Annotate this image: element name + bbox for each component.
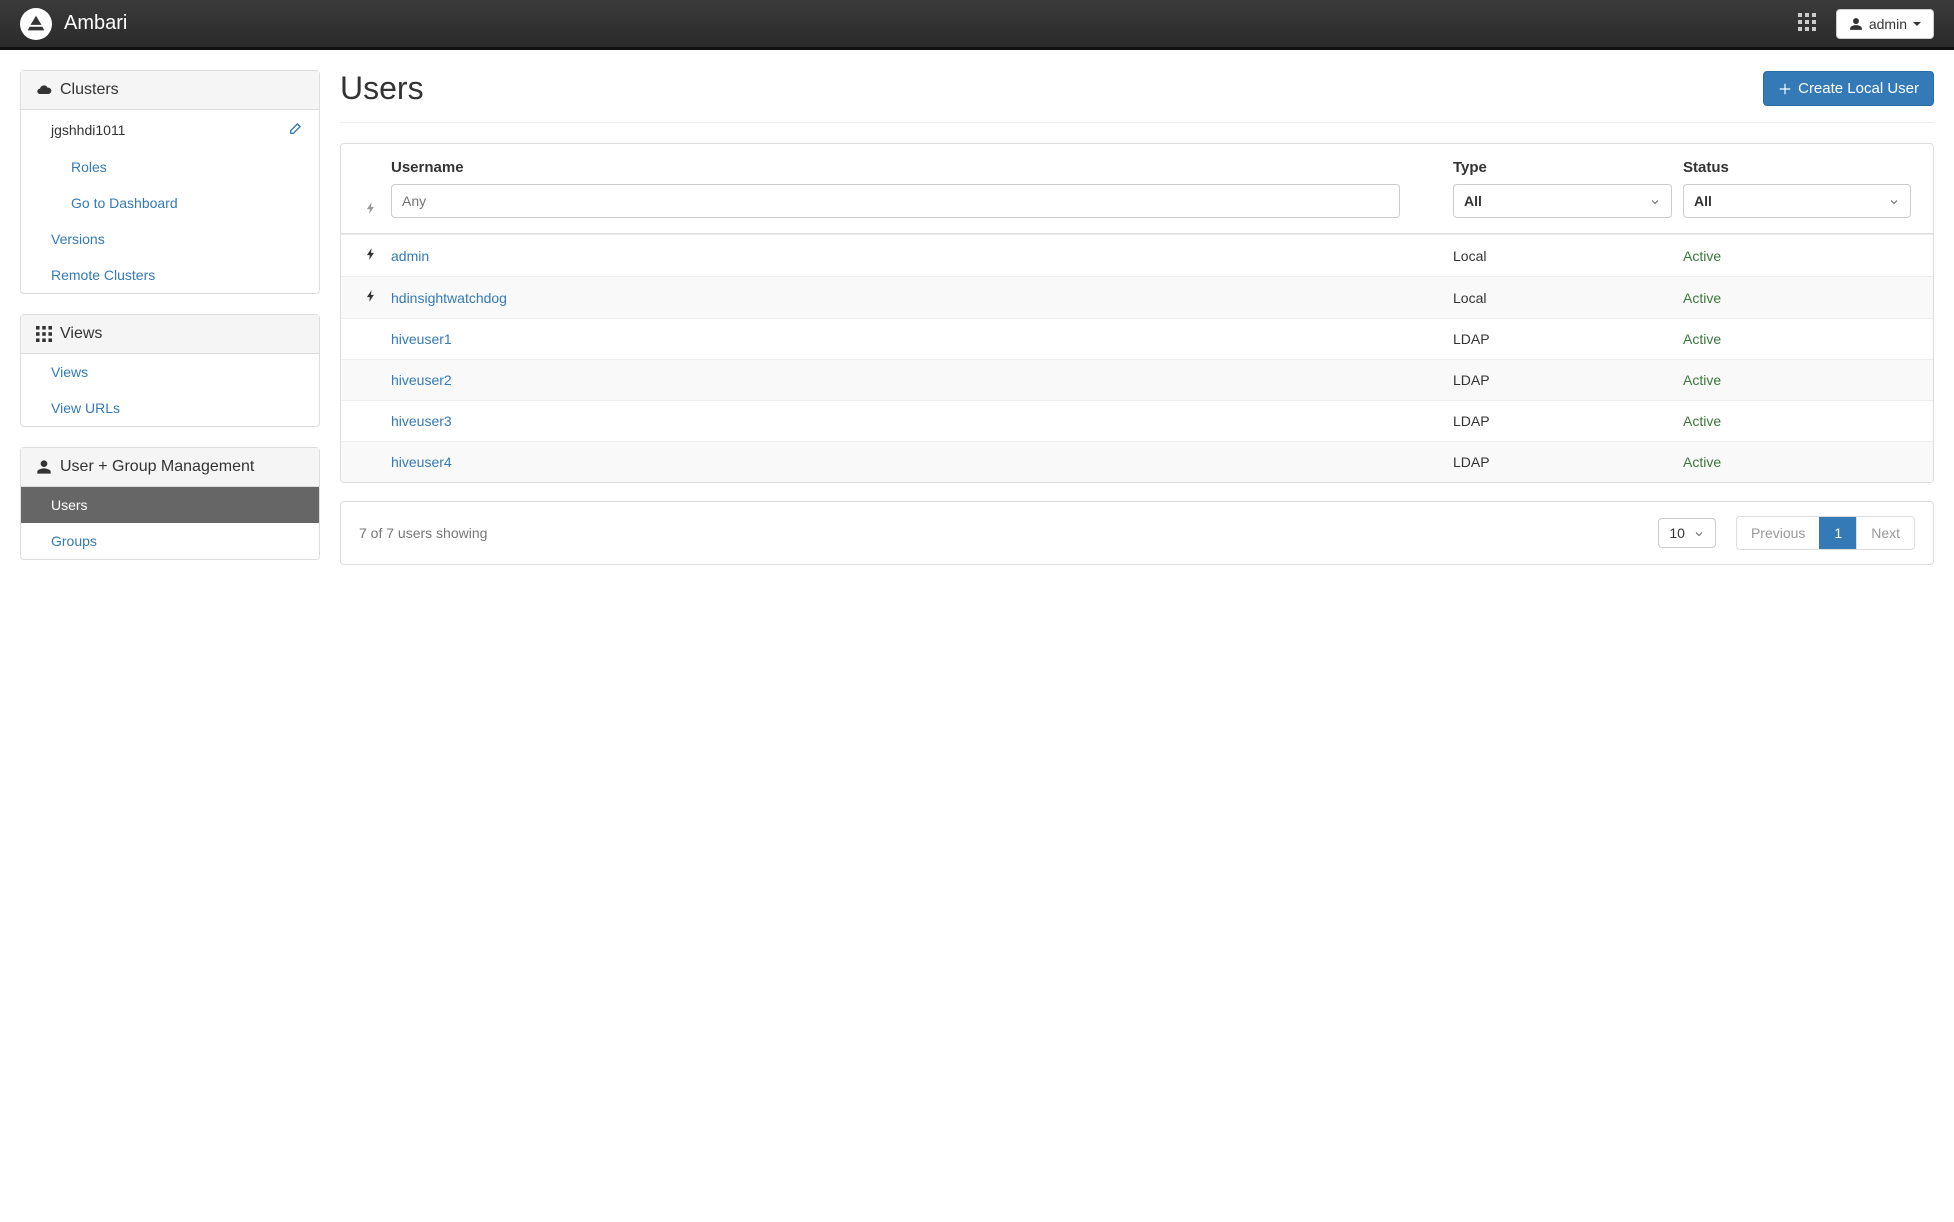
filter-status-select[interactable]: All [1683,184,1911,218]
sidebar-item-label: Views [51,364,88,380]
sidebar-panel-usermgmt: User + Group Management Users Groups [20,447,320,560]
sidebar-item-versions[interactable]: Versions [21,221,319,257]
cluster-name-label: jgshhdi1011 [51,122,125,138]
apps-grid-icon[interactable] [1792,7,1822,40]
main-content: Users Create Local User Username Type Al… [340,70,1934,580]
caret-down-icon [1913,22,1921,26]
chevron-down-icon [1649,195,1661,207]
type-cell: Local [1453,290,1683,306]
page-size-select[interactable]: 10 [1658,518,1716,548]
pagination: Previous 1 Next [1736,516,1915,550]
edit-icon[interactable] [288,120,304,139]
footer-status-text: 7 of 7 users showing [359,525,1658,541]
table-row: hiveuser3 LDAPActive [341,400,1933,441]
admin-column-header [351,201,391,218]
bolt-icon [364,201,378,218]
filter-username-input[interactable] [391,184,1400,218]
page-title: Users [340,70,424,107]
table-row: admin LocalActive [341,234,1933,276]
sidebar-item-label: Versions [51,231,105,247]
sidebar-heading-clusters: Clusters [21,71,319,110]
sidebar-item-label: Groups [51,533,97,549]
sidebar-item-label: Remote Clusters [51,267,155,283]
sidebar-heading-views: Views [21,315,319,354]
page-size-value: 10 [1669,525,1685,541]
ambari-logo[interactable] [20,8,52,40]
admin-indicator-cell [351,289,391,306]
user-link[interactable]: hdinsightwatchdog [391,290,507,306]
th-type: Type [1453,159,1683,176]
sidebar-item-label: Go to Dashboard [71,195,178,211]
chevron-down-icon [1888,195,1900,207]
users-table: Username Type All Status All [340,143,1934,483]
sidebar-item-groups[interactable]: Groups [21,523,319,559]
bolt-icon [364,289,378,306]
sidebar: Clusters jgshhdi1011 Roles Go to Dashboa… [20,70,320,580]
filter-type-value: All [1464,193,1482,209]
sidebar-item-views[interactable]: Views [21,354,319,390]
admin-indicator-cell [351,247,391,264]
user-link[interactable]: hiveuser4 [391,454,452,470]
user-link[interactable]: hiveuser2 [391,372,452,388]
table-row: hiveuser1 LDAPActive [341,318,1933,359]
bolt-icon [364,247,378,264]
sidebar-item-view-urls[interactable]: View URLs [21,390,319,426]
sidebar-heading-clusters-label: Clusters [60,81,119,99]
sidebar-item-users[interactable]: Users [21,487,319,523]
navbar-brand[interactable]: Ambari [64,12,127,35]
type-cell: LDAP [1453,454,1683,470]
sidebar-item-remote-clusters[interactable]: Remote Clusters [21,257,319,293]
create-local-user-label: Create Local User [1798,80,1919,97]
table-header-row: Username Type All Status All [341,144,1933,234]
table-row: hiveuser4 LDAPActive [341,441,1933,482]
user-link[interactable]: hiveuser1 [391,331,452,347]
create-local-user-button[interactable]: Create Local User [1763,71,1934,106]
user-icon [1849,17,1863,31]
pagination-next[interactable]: Next [1856,517,1914,549]
user-link[interactable]: admin [391,248,429,264]
sidebar-item-label: View URLs [51,400,120,416]
th-status: Status [1683,159,1923,176]
type-cell: LDAP [1453,372,1683,388]
sidebar-item-roles[interactable]: Roles [21,149,319,185]
navbar: Ambari admin [0,0,1954,50]
user-menu-label: admin [1869,16,1907,32]
sidebar-item-clustername[interactable]: jgshhdi1011 [21,110,319,149]
table-footer: 7 of 7 users showing 10 Previous 1 Next [340,501,1934,565]
th-username: Username [391,159,1453,176]
status-cell: Active [1683,290,1923,306]
cloud-icon [36,82,52,98]
user-menu-button[interactable]: admin [1836,9,1934,39]
pagination-previous[interactable]: Previous [1737,517,1819,549]
sidebar-panel-clusters: Clusters jgshhdi1011 Roles Go to Dashboa… [20,70,320,294]
status-cell: Active [1683,248,1923,264]
table-row: hdinsightwatchdog LocalActive [341,276,1933,318]
type-cell: Local [1453,248,1683,264]
sidebar-heading-views-label: Views [60,325,102,343]
table-row: hiveuser2 LDAPActive [341,359,1933,400]
chevron-down-icon [1693,527,1705,539]
sidebar-panel-views: Views Views View URLs [20,314,320,427]
plus-icon [1778,82,1792,96]
status-cell: Active [1683,454,1923,470]
status-cell: Active [1683,413,1923,429]
type-cell: LDAP [1453,331,1683,347]
type-cell: LDAP [1453,413,1683,429]
sidebar-heading-usermgmt-label: User + Group Management [60,458,254,476]
filter-type-select[interactable]: All [1453,184,1672,218]
sidebar-item-label: Roles [71,159,107,175]
grid-icon [36,326,52,342]
user-link[interactable]: hiveuser3 [391,413,452,429]
sidebar-item-dashboard[interactable]: Go to Dashboard [21,185,319,221]
status-cell: Active [1683,372,1923,388]
pagination-page-1[interactable]: 1 [1819,517,1856,549]
user-icon [36,459,52,475]
filter-status-value: All [1694,193,1712,209]
sidebar-item-label: Users [51,497,88,513]
status-cell: Active [1683,331,1923,347]
sidebar-heading-usermgmt: User + Group Management [21,448,319,487]
